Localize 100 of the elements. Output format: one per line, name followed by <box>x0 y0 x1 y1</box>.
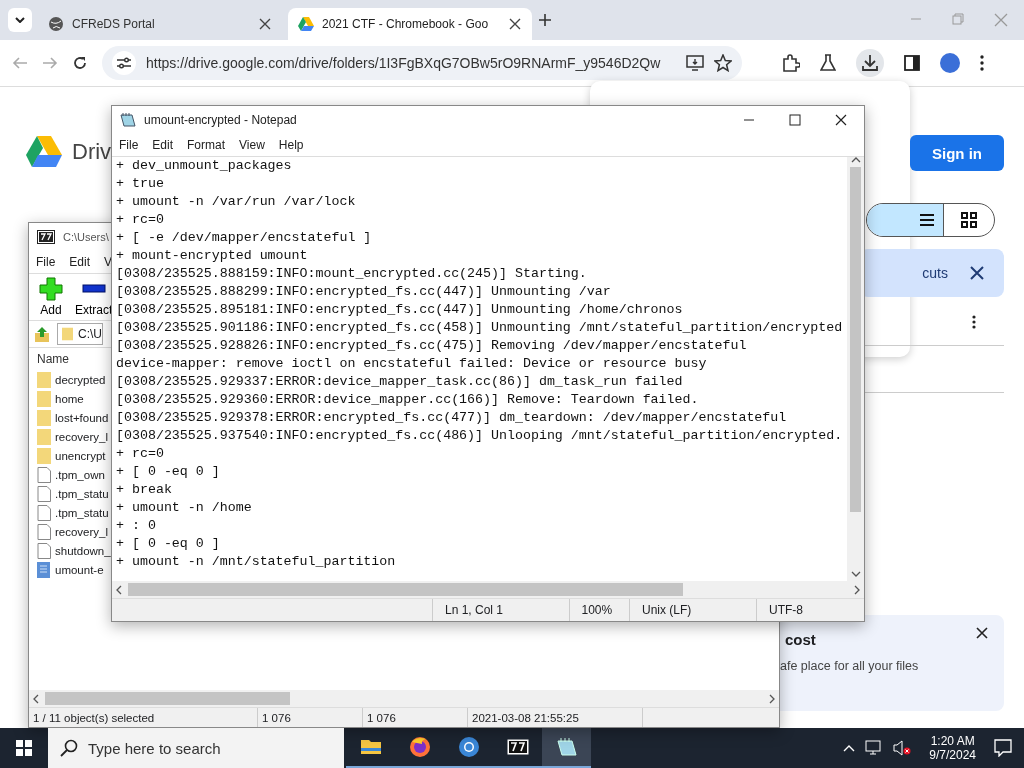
folder-up-icon[interactable] <box>33 325 51 343</box>
file-row[interactable]: umount-e <box>37 560 104 579</box>
text-line: [0308/235525.888299:INFO:encrypted_fs.cc(447)] Unmounting /var <box>116 283 612 301</box>
text-line: [0308/235525.928826:INFO:encrypted_fs.cc(475)] Removing /dev/mapper/encstateful <box>116 337 748 355</box>
card-title: cost <box>785 631 816 648</box>
toolbar-button[interactable]: Add <box>37 277 65 317</box>
close-icon[interactable] <box>508 17 522 31</box>
file-row[interactable]: recovery_l <box>37 522 109 541</box>
scroll-up-icon[interactable] <box>850 157 861 163</box>
file-row[interactable]: unencrypt <box>37 446 106 465</box>
clock-date[interactable]: 9/7/2024 <box>929 748 976 762</box>
menu-item[interactable]: Edit <box>152 138 174 152</box>
file-row[interactable]: shutdown_ <box>37 541 111 560</box>
scroll-right-icon[interactable] <box>854 584 860 595</box>
file-icon <box>37 523 51 540</box>
file-icon <box>37 504 51 521</box>
text-line: device-mapper: remove ioctl on encstateful failed: Device or resource busy <box>116 355 708 373</box>
reload-icon[interactable] <box>72 55 88 71</box>
menu-item[interactable]: File <box>119 138 139 152</box>
column-header[interactable]: Name <box>37 348 69 370</box>
maximize-icon[interactable] <box>789 114 801 126</box>
profile-avatar[interactable] <box>940 53 960 73</box>
toolbar-button[interactable]: Extract <box>73 277 115 317</box>
side-panel-icon[interactable] <box>904 55 920 71</box>
grid-icon[interactable] <box>961 212 977 228</box>
menu-item[interactable]: View <box>239 138 265 152</box>
close-icon[interactable] <box>835 114 847 126</box>
menu-item[interactable]: File <box>36 255 56 269</box>
file-row[interactable]: .tpm_statu <box>37 503 109 522</box>
scroll-left-icon[interactable] <box>33 693 39 704</box>
search-field[interactable]: Type here to search <box>48 728 344 768</box>
horizontal-scrollbar[interactable] <box>29 690 779 707</box>
puzzle-icon[interactable] <box>782 54 800 72</box>
taskbar-app[interactable] <box>542 728 591 768</box>
more-vert-icon[interactable] <box>980 55 984 71</box>
file-row[interactable]: home <box>37 389 84 408</box>
tab-list-button[interactable] <box>8 8 32 32</box>
globe-icon <box>48 16 64 32</box>
scroll-left-icon[interactable] <box>116 584 122 595</box>
chevron-up-icon[interactable] <box>843 744 856 752</box>
install-app-icon[interactable] <box>686 55 704 71</box>
scroll-down-icon[interactable] <box>850 571 861 577</box>
clock-time[interactable]: 1:20 AM <box>930 734 975 748</box>
site-settings-icon[interactable] <box>117 57 131 69</box>
archive-app-icon <box>37 230 55 244</box>
text-line: + [ 0 -eq 0 ] <box>116 535 221 553</box>
more-vert-icon[interactable] <box>972 315 976 329</box>
file-row[interactable]: .tpm_statu <box>37 484 109 503</box>
file-row[interactable]: decrypted <box>37 370 106 389</box>
folder-icon <box>37 409 51 426</box>
text-line: + rc=0 <box>116 211 165 229</box>
text-line: [0308/235525.929337:ERROR:device_mapper_task.cc(86)] dm_task_run failed <box>116 373 684 391</box>
download-icon[interactable] <box>861 54 879 72</box>
drive-logo-icon <box>298 16 314 32</box>
file-icon <box>37 485 51 502</box>
star-icon[interactable] <box>714 54 732 72</box>
menu-item[interactable]: V <box>104 255 113 269</box>
flask-icon[interactable] <box>820 54 836 72</box>
text-line: [0308/235525.929360:ERROR:device_mapper.cc(166)] Remove: Teardown failed. <box>116 391 700 409</box>
close-icon[interactable] <box>970 266 984 280</box>
close-icon[interactable] <box>258 17 272 31</box>
speaker-muted-icon[interactable] <box>893 740 912 756</box>
chevron-down-icon <box>15 17 25 23</box>
browser-tab[interactable]: CFReDS Portal <box>38 8 282 40</box>
text-line: + umount -n /home <box>116 499 253 517</box>
status-text: UTF-8 <box>756 599 864 621</box>
status-text: Ln 1, Col 1 <box>432 599 569 621</box>
new-tab-icon[interactable] <box>538 13 552 27</box>
vertical-scrollbar[interactable] <box>847 157 864 581</box>
plus-icon <box>39 277 63 301</box>
text-line: + : 0 <box>116 517 157 535</box>
folder-icon <box>37 390 51 407</box>
text-line: + dev_unmount_packages <box>116 157 293 175</box>
menu-item[interactable]: Format <box>187 138 226 152</box>
address-bar[interactable]: https://drive.google.com/drive/folders/1I3FgBXqG7OBw5rO9RNArmF_y9546D2Qw <box>102 46 742 80</box>
horizontal-scrollbar[interactable] <box>112 581 864 598</box>
status-text: 100% <box>568 599 629 621</box>
browser-circle-icon <box>457 736 480 758</box>
network-icon[interactable] <box>865 740 884 756</box>
sign-in-button[interactable]: Sign in <box>910 135 1004 171</box>
file-row[interactable]: lost+found <box>37 408 109 427</box>
menu-item[interactable]: Edit <box>69 255 91 269</box>
notepad-app-icon <box>555 736 578 758</box>
status-text: Unix (LF) <box>629 599 756 621</box>
drive-logo-icon <box>25 135 63 169</box>
card-text: afe place for all your files <box>780 659 919 673</box>
text-line: [0308/235525.901186:INFO:encrypted_fs.cc(458)] Unmounting /mnt/stateful_partition/encrypted <box>116 319 844 337</box>
path-field[interactable]: C:\U <box>57 323 103 345</box>
file-row[interactable]: recovery_l <box>37 427 109 446</box>
browser-tab[interactable]: 2021 CTF - Chromebook - Goo <box>288 8 532 40</box>
close-icon[interactable] <box>976 627 988 639</box>
status-text: 1 / 11 object(s) selected <box>29 708 258 727</box>
product-name: Driv <box>72 139 112 165</box>
text-line: + [ 0 -eq 0 ] <box>116 463 221 481</box>
file-row[interactable]: .tpm_own <box>37 465 105 484</box>
menu-item[interactable]: Help <box>278 138 304 152</box>
windows-start-icon[interactable] <box>16 740 32 756</box>
notifications-icon[interactable] <box>994 739 1012 757</box>
list-icon[interactable] <box>919 213 935 227</box>
scroll-right-icon[interactable] <box>769 693 775 704</box>
